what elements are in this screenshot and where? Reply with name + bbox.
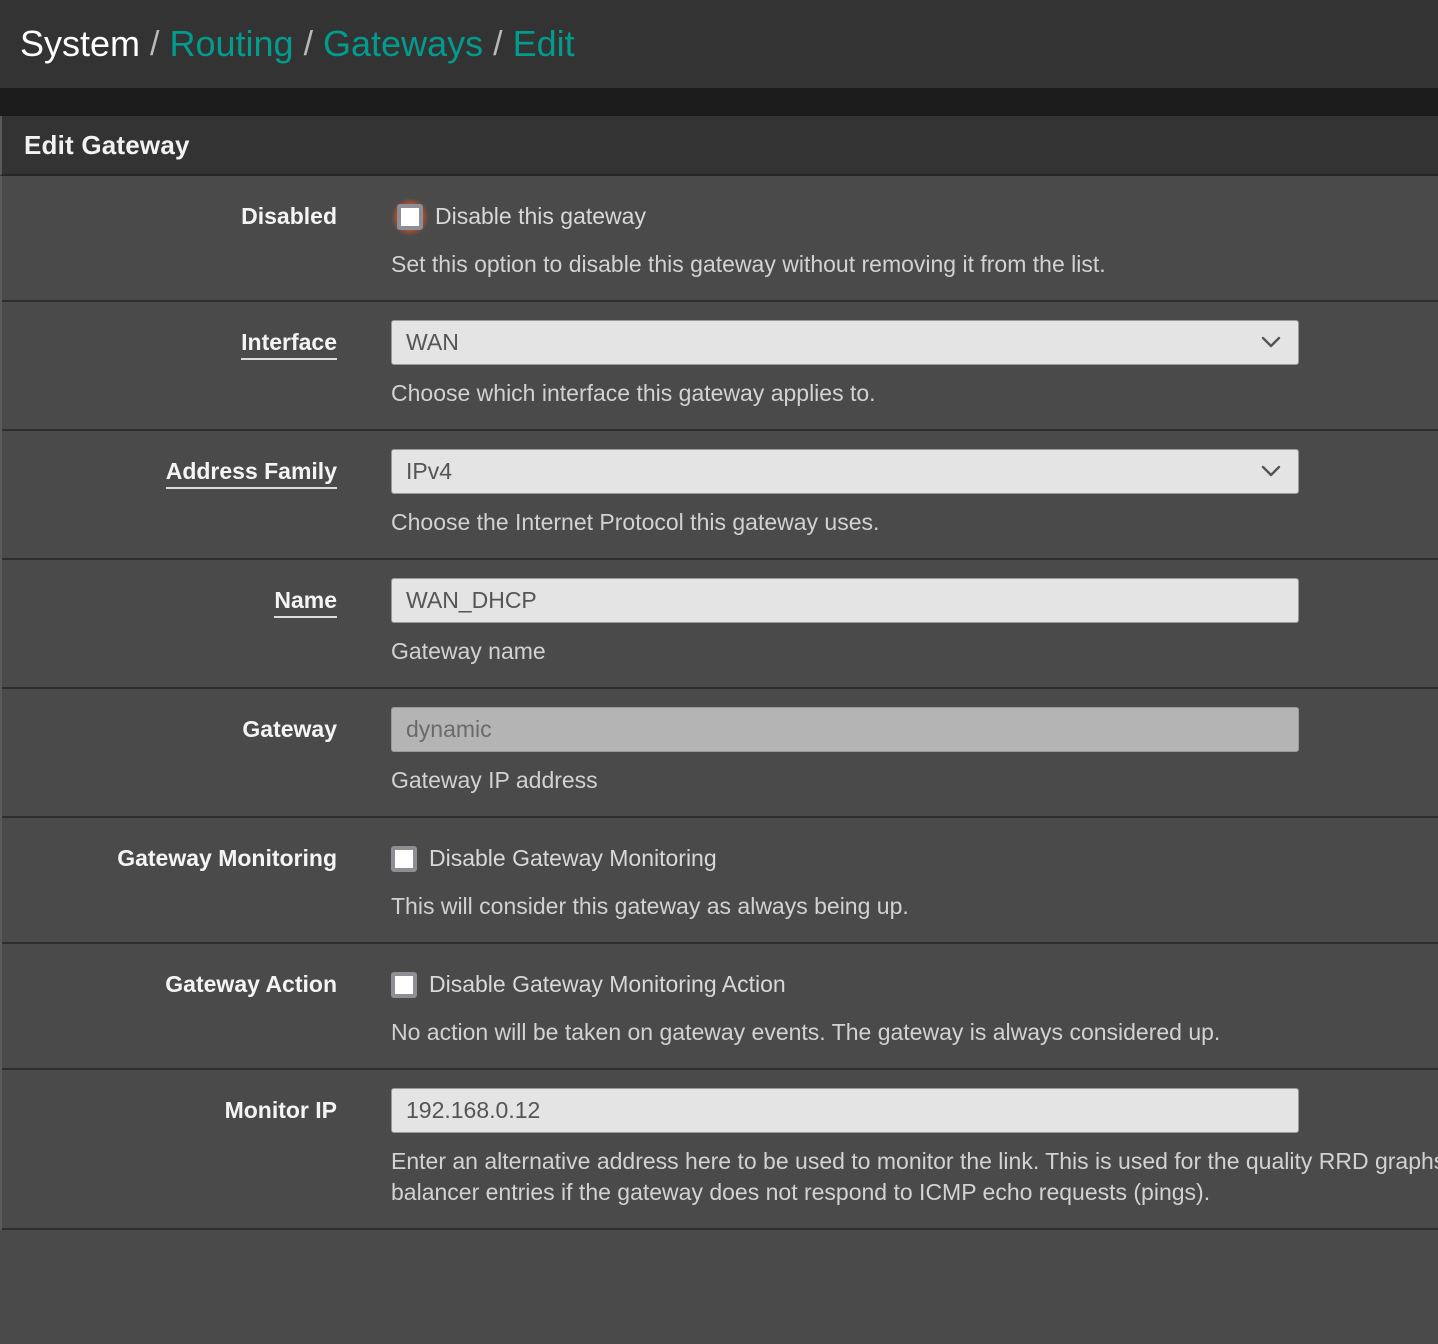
field-address-family: IPv4 Choose the Internet Protocol this g… [337,449,1438,538]
breadcrumb-item-edit[interactable]: Edit [513,26,575,62]
form-row-gateway-monitoring: Gateway Monitoring Disable Gateway Monit… [2,818,1438,945]
disable-gateway-action-checkbox-row[interactable]: Disable Gateway Monitoring Action [391,962,1438,1007]
breadcrumb-item-gateways[interactable]: Gateways [323,26,483,62]
help-text-disabled: Set this option to disable this gateway … [391,251,1106,277]
help-text-gateway: Gateway IP address [391,767,598,794]
form-row-gateway-action: Gateway Action Disable Gateway Monitorin… [2,944,1438,1071]
monitor-ip-input[interactable]: 192.168.0.12 [391,1088,1299,1134]
label-text: Address Family [165,458,337,490]
form-row-gateway: Gateway dynamic Gateway IP address [2,689,1438,819]
help-text-name: Gateway name [391,638,546,665]
breadcrumb-separator: / [150,25,160,63]
label-text: Gateway Monitoring [117,845,337,872]
form-row-address-family: Address Family IPv4 Choose the Internet … [2,431,1438,561]
interface-select[interactable]: WAN [391,320,1299,366]
name-input[interactable]: WAN_DHCP [391,578,1299,624]
label-text: Gateway [242,716,337,743]
breadcrumb-separator: / [303,25,314,63]
breadcrumb: System / Routing / Gateways / Edit [0,0,1438,88]
label-text: Name [274,587,337,619]
disable-gateway-action-checkbox[interactable] [391,971,417,998]
label-text: Disabled [241,203,337,229]
field-gateway-action: Disable Gateway Monitoring Action No act… [337,962,1438,1048]
form-row-disabled: Disabled Disable this gateway Set this o… [2,176,1438,303]
help-text-gateway-action: No action will be taken on gateway event… [391,1019,1221,1046]
disable-gateway-checkbox-row[interactable]: Disable this gateway [391,194,1438,239]
field-disabled: Disable this gateway Set this option to … [337,194,1438,280]
address-family-select-wrapper[interactable]: IPv4 [391,449,1299,495]
help-text-interface: Choose which interface this gateway appl… [391,380,876,407]
form-row-interface: Interface WAN Choose which interface thi… [2,302,1438,432]
label-name: Name [2,578,337,619]
label-interface: Interface [2,320,337,361]
label-text: Interface [241,329,337,361]
breadcrumb-item-system: System [20,23,141,64]
help-text-monitor-ip: Enter an alternative address here to be … [391,1148,1438,1206]
breadcrumb-separator: / [493,25,503,63]
edit-gateway-form: Disabled Disable this gateway Set this o… [0,176,1438,1231]
gateway-input: dynamic [391,707,1299,753]
form-row-name: Name WAN_DHCP Gateway name [2,560,1438,690]
label-text: Gateway Action [165,971,337,998]
disable-gateway-monitoring-checkbox-label: Disable Gateway Monitoring [429,845,717,872]
disable-gateway-checkbox[interactable] [397,203,423,230]
label-text: Monitor IP [224,1097,337,1124]
disable-gateway-monitoring-checkbox[interactable] [391,845,417,872]
label-gateway-monitoring: Gateway Monitoring [2,836,337,872]
focus-ring [391,197,429,236]
disable-gateway-monitoring-checkbox-row[interactable]: Disable Gateway Monitoring [391,836,1438,881]
form-row-monitor-ip: Monitor IP 192.168.0.12 Enter an alterna… [2,1070,1438,1231]
label-address-family: Address Family [2,449,337,490]
help-text-gateway-monitoring: This will consider this gateway as alway… [391,893,909,920]
disable-gateway-action-checkbox-label: Disable Gateway Monitoring Action [429,971,786,998]
interface-select-wrapper[interactable]: WAN [391,320,1299,366]
disable-gateway-checkbox-label: Disable this gateway [435,203,646,229]
address-family-select[interactable]: IPv4 [391,449,1299,495]
field-gateway: dynamic Gateway IP address [337,707,1438,796]
page-title: Edit Gateway [24,129,190,160]
breadcrumb-item-routing[interactable]: Routing [169,26,293,62]
header-spacer [0,88,1438,116]
label-gateway: Gateway [2,707,337,743]
label-disabled: Disabled [2,194,337,230]
help-text-address-family: Choose the Internet Protocol this gatewa… [391,509,880,536]
field-name: WAN_DHCP Gateway name [337,578,1438,667]
panel-heading: Edit Gateway [0,116,1438,176]
field-gateway-monitoring: Disable Gateway Monitoring This will con… [337,836,1438,922]
label-monitor-ip: Monitor IP [2,1088,337,1124]
label-gateway-action: Gateway Action [2,962,337,998]
field-interface: WAN Choose which interface this gateway … [337,320,1438,409]
field-monitor-ip: 192.168.0.12 Enter an alternative addres… [337,1088,1438,1208]
